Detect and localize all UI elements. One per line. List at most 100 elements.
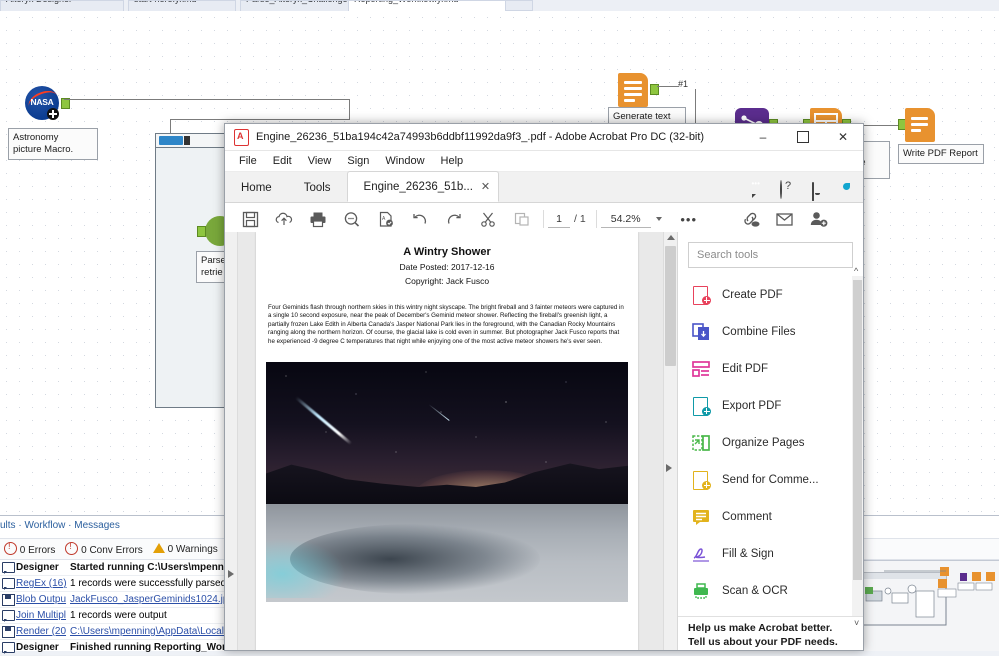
lake-blue-reflection [266,538,346,599]
avatar[interactable] [840,181,857,198]
expand-right-panel-icon[interactable] [666,464,672,472]
table-row[interactable]: Join Multipl 1 records were output [0,608,240,624]
error-icon [4,541,17,555]
minimize-button[interactable]: – [743,124,783,150]
tool-send-for-comment[interactable]: Send for Comme... [678,461,863,498]
alteryx-new-tab-button[interactable] [505,0,533,11]
workflow-overview-minimap[interactable] [853,560,999,651]
meteor-photo [266,362,628,603]
page-number-input[interactable]: 1 [548,211,570,228]
tab-close-icon[interactable]: ✕ [481,180,490,193]
errors-status[interactable]: 0 Errors [4,541,55,556]
tab-tools[interactable]: Tools [288,173,347,202]
bubble-icon [0,577,16,590]
tab-home[interactable]: Home [225,173,288,202]
left-navigation-rail[interactable] [225,232,238,650]
tool-label: Organize Pages [722,436,805,449]
tool-fill-and-sign[interactable]: Fill & Sign [678,535,863,572]
write-pdf-report-node[interactable] [898,108,935,142]
tab-document[interactable]: Engine_26236_51b... ✕ [346,171,500,202]
organize-pages-icon [692,434,710,452]
tool-scan-and-ocr[interactable]: Scan & OCR [678,572,863,609]
redo-icon[interactable] [437,203,471,235]
row-message: Finished running Reporting_Worl [70,642,229,653]
pdf-document-view[interactable]: A Wintry Shower Date Posted: 2017-12-16 … [238,232,663,650]
menu-sign[interactable]: Sign [339,155,377,167]
zoom-icon[interactable] [335,203,369,235]
row-source[interactable]: Join Multipl [16,610,70,621]
table-row[interactable]: Render (20 C:\Users\mpenning\AppData\Loc… [0,624,240,640]
undo-icon[interactable] [403,203,437,235]
bubble-icon [0,609,16,622]
scrollbar-thumb[interactable] [853,280,862,580]
acrobat-title-bar[interactable]: Engine_26236_51ba194c42a74993b6ddbf11992… [225,124,863,151]
tool-comment[interactable]: Comment [678,498,863,535]
write-pdf-report-icon [905,108,935,142]
maximize-button[interactable] [783,124,823,150]
tool-combine-files[interactable]: Combine Files [678,313,863,350]
menu-help[interactable]: Help [433,155,472,167]
print-icon[interactable] [301,203,335,235]
tools-panel-scrollbar[interactable]: ^ ˅ [852,266,863,628]
help-icon[interactable] [780,180,797,199]
row-source[interactable]: Blob Outpu [16,594,70,605]
tool-label: Create PDF [722,288,783,301]
row-message: Started running C:\Users\mpenn [70,562,224,573]
zoom-level-input[interactable]: 54.2% [600,211,651,228]
tool-label: Edit PDF [722,362,769,375]
more-tools-button[interactable]: ••• [672,203,706,235]
accessibility-check-icon[interactable]: A [369,203,403,235]
acrobat-window[interactable]: Engine_26236_51ba194c42a74993b6ddbf11992… [224,123,864,651]
table-row[interactable]: RegEx (16) 1 records were successfully p… [0,576,240,592]
email-icon[interactable] [768,203,802,235]
scrollbar-thumb[interactable] [665,246,676,366]
chat-icon[interactable] [750,181,767,198]
tool-label: Send for Comme... [722,473,819,486]
tool-edit-pdf[interactable]: Edit PDF [678,350,863,387]
tool-export-pdf[interactable]: Export PDF [678,387,863,424]
bell-icon[interactable] [810,181,827,201]
acrobat-body: A Wintry Shower Date Posted: 2017-12-16 … [225,232,863,650]
table-row[interactable]: Designer Finished running Reporting_Worl [0,640,240,656]
scan-ocr-icon [692,582,710,600]
alteryx-tab-1[interactable]: start-here.yxmd [128,0,236,11]
pdf-page: A Wintry Shower Date Posted: 2017-12-16 … [256,232,638,650]
tool-create-pdf[interactable]: Create PDF [678,276,863,313]
menu-view[interactable]: View [300,155,340,167]
table-row[interactable]: Blob Outpu JackFusco_JasperGeminids1024.… [0,592,240,608]
edit-pdf-icon [692,360,710,378]
alteryx-tab-3[interactable]: Reporting_Workflow.yxmd [348,0,508,11]
generate-text-node[interactable] [618,73,659,107]
menu-window[interactable]: Window [377,155,432,167]
add-person-icon[interactable] [802,203,836,235]
menu-file[interactable]: File [231,155,265,167]
document-scrollbar[interactable] [663,232,677,650]
row-source[interactable]: Render (20 [16,626,70,637]
acrobat-tab-bar: Home Tools Engine_26236_51b... ✕ [225,171,863,203]
close-button[interactable]: ✕ [823,124,863,150]
fill-and-sign-icon [692,545,710,563]
expand-left-panel-icon[interactable] [228,570,234,578]
tool-organize-pages[interactable]: Organize Pages [678,424,863,461]
menu-edit[interactable]: Edit [265,155,300,167]
scroll-up-icon[interactable]: ^ [854,266,858,276]
conv-errors-status[interactable]: 0 Conv Errors [65,541,143,556]
search-tools-input[interactable]: Search tools [688,242,853,268]
astronomy-picture-macro-node[interactable] [25,86,70,120]
chevron-down-icon[interactable] [655,217,662,221]
copy-icon[interactable] [505,203,539,235]
cut-icon[interactable] [471,203,505,235]
row-source[interactable]: RegEx (16) [16,578,70,589]
scroll-up-icon[interactable] [667,235,675,240]
write-pdf-report-annotation: Write PDF Report [898,144,984,164]
link-share-icon[interactable] [734,203,768,235]
alteryx-tab-0[interactable]: Alteryx Designer [0,0,124,11]
save-icon[interactable] [233,203,267,235]
upload-icon[interactable] [267,203,301,235]
warnings-status[interactable]: 0 Warnings [152,543,218,555]
node-input-port[interactable] [197,226,206,237]
table-row[interactable]: Designer Started running C:\Users\mpenn [0,560,240,576]
row-message[interactable]: C:\Users\mpenning\AppData\Local\ [70,626,240,637]
create-pdf-icon [692,285,711,305]
row-message[interactable]: JackFusco_JasperGeminids1024.jpg [70,594,240,605]
